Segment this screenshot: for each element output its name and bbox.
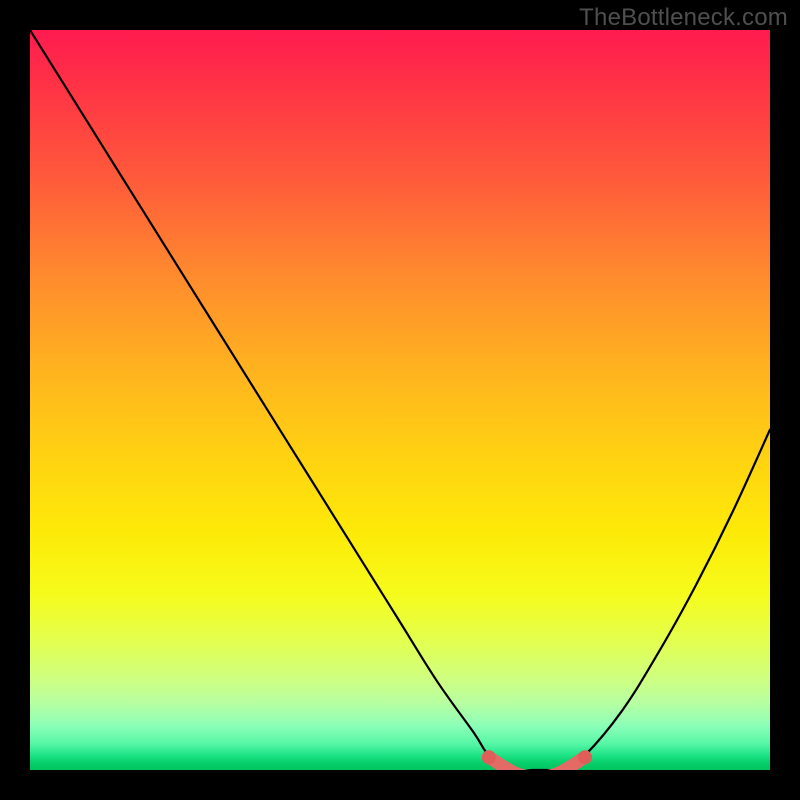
bottleneck-curve xyxy=(30,30,770,770)
chart-svg xyxy=(30,30,770,770)
optimal-endpoint-left xyxy=(482,750,496,764)
plot-area xyxy=(30,30,770,770)
optimal-endpoint-right xyxy=(578,750,592,764)
watermark-label: TheBottleneck.com xyxy=(579,4,788,32)
optimal-band xyxy=(489,757,585,770)
chart-frame: TheBottleneck.com xyxy=(0,0,800,800)
